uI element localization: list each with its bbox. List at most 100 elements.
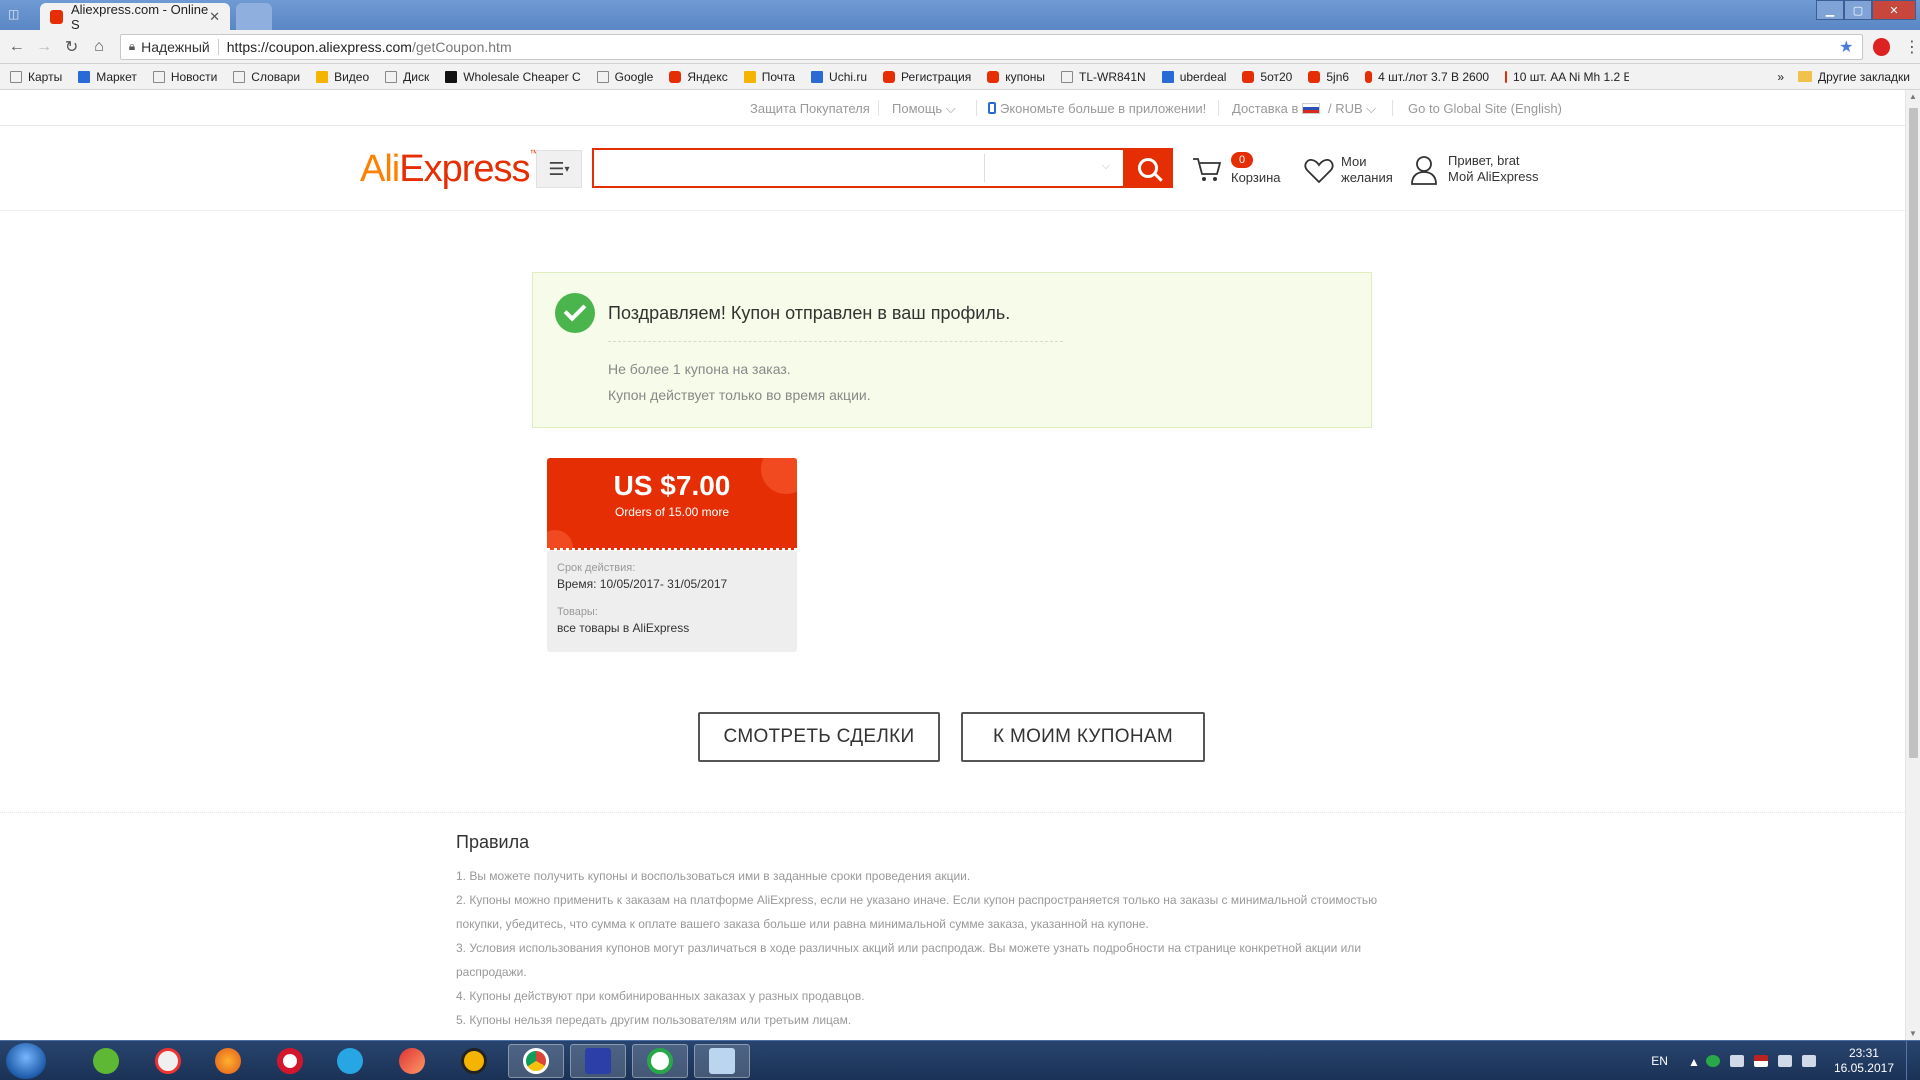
user-icon[interactable] <box>1410 154 1438 186</box>
uberdeal-icon <box>1161 70 1174 83</box>
search-input[interactable] <box>594 150 984 186</box>
my-coupons-button[interactable]: К МОИМ КУПОНАМ <box>961 712 1205 762</box>
system-tray: EN ▲ 23:31 16.05.2017 <box>1651 1041 1920 1080</box>
maximize-icon[interactable]: ▢ <box>1844 0 1872 20</box>
show-desktop-button[interactable] <box>1906 1041 1920 1080</box>
taskbar-ccleaner[interactable] <box>384 1044 440 1078</box>
taskbar-aimp[interactable] <box>446 1044 502 1078</box>
bookmark-item[interactable]: 4 шт./лот 3.7 В 2600 <box>1365 70 1489 84</box>
page-scrollbar[interactable]: ▲ ▼ <box>1905 90 1920 1040</box>
bookmark-item[interactable]: Google <box>596 70 653 84</box>
taskbar-chrome[interactable] <box>508 1044 564 1078</box>
window-menu-icon[interactable]: ◫ <box>8 7 26 21</box>
us-flag-icon[interactable] <box>1753 1055 1768 1067</box>
bookmark-item[interactable]: Видео <box>316 70 369 84</box>
view-deals-button[interactable]: СМОТРЕТЬ СДЕЛКИ <box>698 712 940 762</box>
address-bar[interactable]: 🔒︎ Надежный https://coupon.aliexpress.co… <box>119 33 1863 60</box>
help-link[interactable]: Помощь ⌵ <box>892 101 956 117</box>
rules-title: Правила <box>456 832 530 852</box>
network-icon[interactable] <box>1777 1055 1792 1067</box>
close-icon[interactable]: ✕ <box>209 9 220 25</box>
bookmark-item[interactable]: Почта <box>743 70 795 84</box>
taskbar-opera[interactable] <box>262 1044 318 1078</box>
delivery-currency-selector[interactable]: Доставка в / RUB ⌵ <box>1232 101 1376 117</box>
search-category-select[interactable]: ⌵ <box>984 154 1120 182</box>
rule-item: 5. Купоны нельзя передать другим пользов… <box>456 1013 852 1027</box>
app-link[interactable]: Экономьте больше в приложении! <box>988 101 1206 116</box>
bookmark-item[interactable]: uberdeal <box>1161 70 1226 84</box>
aliexpress-favicon-icon <box>50 9 63 24</box>
start-button[interactable] <box>6 1043 46 1079</box>
taskbar-mail-agent[interactable] <box>632 1044 688 1078</box>
bookmark-item[interactable]: Карты <box>10 70 62 84</box>
bookmark-star-icon[interactable]: ★ <box>1839 37 1853 57</box>
bookmark-item[interactable]: Новости <box>152 70 217 84</box>
link-divider <box>878 100 879 116</box>
bookmark-item[interactable]: 5jn6 <box>1308 70 1349 84</box>
flag-tray-icon[interactable] <box>1729 1055 1744 1067</box>
wifi-icon <box>1061 70 1074 83</box>
bookmark-item[interactable]: 5от20 <box>1242 70 1292 84</box>
bookmarks-more-icon[interactable]: » <box>1777 70 1784 84</box>
taskbar-utorrent[interactable] <box>78 1044 134 1078</box>
other-bookmarks[interactable]: Другие закладки <box>1798 70 1910 84</box>
scrollbar-thumb[interactable] <box>1909 108 1918 758</box>
clock[interactable]: 23:31 16.05.2017 <box>1834 1046 1894 1076</box>
rules-list: 1. Вы можете получить купоны и воспользо… <box>456 864 1426 1032</box>
taskbar-save-app[interactable] <box>570 1044 626 1078</box>
aliexpress-icon <box>987 70 1000 83</box>
bookmark-item[interactable]: купоны <box>987 70 1045 84</box>
bookmark-item[interactable]: Wholesale Cheaper C <box>445 70 581 84</box>
account-link[interactable]: Привет, brat Мой AliExpress <box>1448 153 1539 185</box>
global-site-link[interactable]: Go to Global Site (English) <box>1408 101 1562 116</box>
link-divider <box>976 100 977 116</box>
validity-label: Срок действия: <box>557 562 636 574</box>
categories-menu-button[interactable]: ☰ ▾ <box>536 150 582 188</box>
utorrent-icon <box>93 1048 119 1074</box>
market-icon <box>78 70 91 83</box>
scroll-down-icon[interactable]: ▼ <box>1909 1029 1917 1038</box>
taskbar-notepad[interactable] <box>694 1044 750 1078</box>
bookmark-item[interactable]: TL-WR841N <box>1061 70 1146 84</box>
bookmark-item[interactable]: Uchi.ru <box>811 70 867 84</box>
aliexpress-icon <box>1365 70 1373 83</box>
browser-menu-icon[interactable]: ⋮ <box>1904 37 1920 57</box>
page-icon <box>233 70 246 83</box>
aliexpress-logo[interactable]: AliExpress™ <box>360 148 539 191</box>
forward-arrow-icon[interactable]: → <box>33 38 54 56</box>
minimize-icon[interactable]: ▁ <box>1816 0 1844 20</box>
bookmark-item[interactable]: Словари <box>233 70 300 84</box>
bookmark-item[interactable]: Яндекс <box>669 70 728 84</box>
wishlist-link[interactable]: Мои желания <box>1341 154 1393 186</box>
chrome-icon <box>523 1048 549 1074</box>
cart-label[interactable]: Корзина <box>1231 170 1281 186</box>
aliexpress-icon <box>1505 70 1508 83</box>
new-tab-button[interactable] <box>236 3 272 30</box>
heart-icon[interactable] <box>1304 158 1334 184</box>
lock-icon[interactable]: 🔒︎ <box>129 39 135 54</box>
mail-agent-tray-icon[interactable] <box>1705 1055 1720 1067</box>
tab-aliexpress[interactable]: Aliexpress.com - Online S ✕ <box>40 2 230 32</box>
page-icon <box>385 70 398 83</box>
bookmark-item[interactable]: Регистрация <box>883 70 971 84</box>
cart-icon[interactable] <box>1192 156 1222 182</box>
search-button[interactable] <box>1123 148 1173 188</box>
bookmark-item[interactable]: Диск <box>385 70 429 84</box>
buyer-protection-link[interactable]: Защита Покупателя <box>750 101 870 116</box>
link-divider <box>1218 100 1219 116</box>
window-close-icon[interactable]: ✕ <box>1872 0 1916 20</box>
extension-icon[interactable] <box>1872 37 1891 56</box>
reload-icon[interactable]: ↻ <box>61 37 82 57</box>
volume-icon[interactable] <box>1801 1055 1816 1067</box>
back-arrow-icon[interactable]: ← <box>6 38 27 56</box>
home-icon[interactable]: ⌂ <box>88 38 109 56</box>
taskbar-yandex-browser[interactable] <box>140 1044 196 1078</box>
taskbar-skype[interactable] <box>322 1044 378 1078</box>
coupon-header: US $7.00 Orders of 15.00 more <box>547 458 797 550</box>
taskbar-firefox[interactable] <box>200 1044 256 1078</box>
bookmark-item[interactable]: 10 шт. AA Ni Mh 1.2 E <box>1505 70 1629 84</box>
scroll-up-icon[interactable]: ▲ <box>1909 92 1917 101</box>
language-indicator[interactable]: EN <box>1651 1054 1668 1068</box>
tray-expand-icon[interactable]: ▲ <box>1688 1055 1700 1069</box>
bookmark-item[interactable]: Маркет <box>78 70 137 84</box>
